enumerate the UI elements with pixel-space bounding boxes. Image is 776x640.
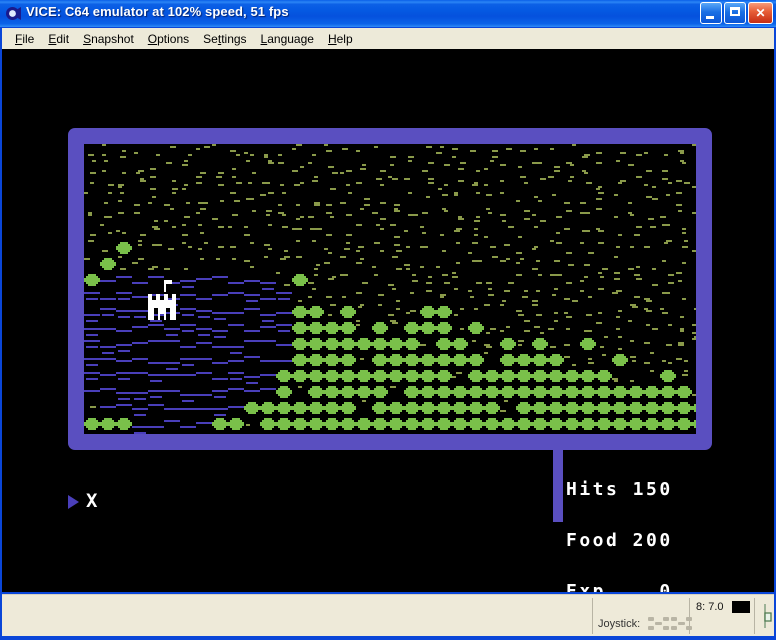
close-icon: ✕ <box>755 6 766 20</box>
game-map-border <box>68 128 712 450</box>
menu-item-help[interactable]: Help <box>321 30 360 48</box>
command-prompt-line: X <box>68 492 97 511</box>
menu-bar: File Edit Snapshot Options Settings Lang… <box>2 28 774 49</box>
window-title: VICE: C64 emulator at 102% speed, 51 fps <box>26 4 289 19</box>
game-map-viewport <box>84 144 696 434</box>
stats-panel: Hits 150 Food 200 Exp. 0 Coin 100 <box>566 447 673 593</box>
vice-emulator-window: VICE: C64 emulator at 102% speed, 51 fps… <box>0 0 776 640</box>
emulator-screen[interactable]: Hits 150 Food 200 Exp. 0 Coin 100 X <box>2 49 774 592</box>
close-button[interactable]: ✕ <box>748 2 773 24</box>
maximize-icon <box>730 7 740 16</box>
menu-item-snapshot[interactable]: Snapshot <box>76 30 141 48</box>
stats-panel-divider <box>553 450 563 522</box>
menu-item-edit[interactable]: Edit <box>41 30 76 48</box>
maximize-button[interactable] <box>724 2 746 24</box>
stat-exp: Exp. 0 <box>566 581 673 593</box>
joystick-port-1-indicator <box>648 617 669 630</box>
joystick-status-cell[interactable]: Joystick: <box>592 598 692 634</box>
tape-eject-icon <box>764 604 772 628</box>
joystick-label: Joystick: <box>598 618 641 630</box>
vice-logo-icon <box>6 7 21 20</box>
drive-led-indicator <box>732 601 750 613</box>
menu-item-file[interactable]: File <box>8 30 41 48</box>
stat-hits: Hits 150 <box>566 479 673 500</box>
title-bar[interactable]: VICE: C64 emulator at 102% speed, 51 fps… <box>0 0 776 27</box>
menu-item-language[interactable]: Language <box>254 30 321 48</box>
tape-status-cell[interactable] <box>754 598 776 634</box>
drive-status-cell[interactable]: 8: 7.0 <box>689 598 754 634</box>
prompt-arrow-icon <box>68 494 79 509</box>
status-bar: Joystick: 8: 7.0 <box>2 594 774 636</box>
prompt-text: X <box>86 490 98 512</box>
drive-status-text: 8: 7.0 <box>696 601 724 613</box>
minimize-icon <box>706 16 714 19</box>
menu-item-settings[interactable]: Settings <box>196 30 253 48</box>
window-controls: ✕ <box>700 2 773 24</box>
minimize-button[interactable] <box>700 2 722 24</box>
menu-item-options[interactable]: Options <box>141 30 196 48</box>
stat-food: Food 200 <box>566 530 673 551</box>
game-map-tiles <box>84 144 696 434</box>
